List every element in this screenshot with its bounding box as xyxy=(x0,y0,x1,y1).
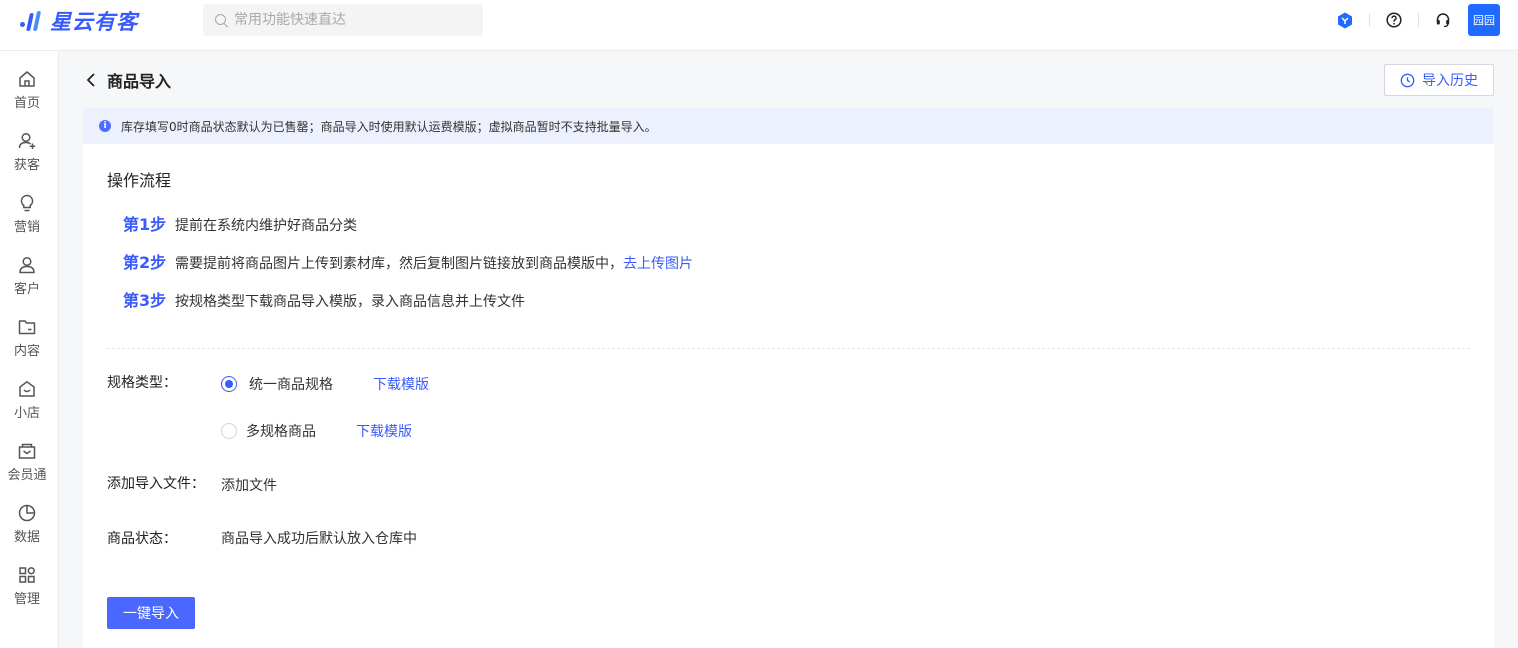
back-arrow-icon[interactable] xyxy=(83,72,99,88)
step-text: 按规格类型下载商品导入模版，录入商品信息并上传文件 xyxy=(175,294,525,310)
process-step: 第3步 按规格类型下载商品导入模版，录入商品信息并上传文件 xyxy=(123,287,525,311)
top-bar: 星云有客 园园 xyxy=(0,0,1518,51)
sidebar-item-customer[interactable]: 客户 xyxy=(0,255,54,305)
sidebar-item-acquire[interactable]: 获客 xyxy=(0,131,54,181)
step-text: 提前在系统内维护好商品分类 xyxy=(175,218,357,234)
radio-unified[interactable] xyxy=(221,376,237,392)
radio-multi[interactable] xyxy=(221,423,237,439)
process-step: 第1步 提前在系统内维护好商品分类 xyxy=(123,211,357,235)
sidebar-item-label: 首页 xyxy=(13,96,40,111)
search-icon xyxy=(215,13,228,27)
sidebar-item-content[interactable]: 内容 xyxy=(0,317,54,367)
avatar[interactable]: 园园 xyxy=(1468,4,1500,36)
user-icon xyxy=(19,256,35,274)
add-file-link[interactable]: 添加文件 xyxy=(221,475,277,495)
main-content: 商品导入 导入历史 i 库存填写0时商品状态默认为已售罄；商品导入时使用默认运费… xyxy=(59,51,1518,648)
sidebar-item-label: 内容 xyxy=(13,344,40,359)
pie-chart-icon xyxy=(18,504,36,522)
process-step: 第2步 需要提前将商品图片上传到素材库，然后复制图片链接放到商品模版中， 去上传… xyxy=(123,249,693,273)
logo[interactable]: 星云有客 xyxy=(18,8,138,34)
shield-badge-icon[interactable] xyxy=(1336,11,1354,29)
radio-label[interactable]: 统一商品规格 xyxy=(249,374,333,394)
top-bar-actions: 园园 xyxy=(1336,4,1500,36)
headset-icon[interactable] xyxy=(1434,11,1452,29)
divider xyxy=(1369,13,1370,27)
folder-icon xyxy=(18,320,36,335)
import-card: i 库存填写0时商品状态默认为已售罄；商品导入时使用默认运费模版；虚拟商品暂时不… xyxy=(83,108,1494,648)
notice-banner: i 库存填写0时商品状态默认为已售罄；商品导入时使用默认运费模版；虚拟商品暂时不… xyxy=(83,108,1494,144)
divider xyxy=(1418,13,1419,27)
sidebar-item-data[interactable]: 数据 xyxy=(0,503,54,553)
import-history-label: 导入历史 xyxy=(1422,73,1478,89)
product-status-label: 商品状态： xyxy=(107,531,177,547)
grid-icon xyxy=(19,567,35,583)
upload-image-link[interactable]: 去上传图片 xyxy=(623,253,693,273)
sidebar: 首页 获客 营销 客户 内容 小店 会员通 数据 管理 xyxy=(0,51,59,648)
sidebar-item-marketing[interactable]: 营销 xyxy=(0,193,54,243)
clock-icon xyxy=(1400,73,1415,87)
radio-label[interactable]: 多规格商品 xyxy=(246,421,316,441)
sidebar-item-label: 获客 xyxy=(13,158,40,173)
sidebar-item-label: 客户 xyxy=(13,282,40,297)
sidebar-item-manage[interactable]: 管理 xyxy=(0,565,54,615)
sidebar-item-label: 会员通 xyxy=(7,468,47,483)
download-template-link-unified[interactable]: 下载模版 xyxy=(373,374,429,394)
logo-text: 星云有客 xyxy=(50,10,138,34)
product-status-value: 商品导入成功后默认放入仓库中 xyxy=(221,531,417,547)
help-icon[interactable] xyxy=(1385,11,1403,29)
process-title: 操作流程 xyxy=(107,171,172,190)
add-file-label: 添加导入文件： xyxy=(107,476,205,492)
step-number: 第2步 xyxy=(123,253,167,272)
one-click-import-button[interactable]: 一键导入 xyxy=(107,597,195,629)
shop-icon xyxy=(19,381,35,397)
step-number: 第1步 xyxy=(123,215,167,234)
step-number: 第3步 xyxy=(123,291,167,310)
dashed-divider xyxy=(107,348,1470,349)
page-header: 商品导入 xyxy=(83,63,171,97)
sidebar-item-shop[interactable]: 小店 xyxy=(0,379,54,429)
import-history-button[interactable]: 导入历史 xyxy=(1384,64,1494,96)
page-title: 商品导入 xyxy=(107,72,172,91)
spec-option-unified: 统一商品规格 下载模版 xyxy=(221,374,429,394)
member-icon xyxy=(18,443,36,459)
search-box[interactable] xyxy=(203,4,483,36)
logo-mark-icon xyxy=(18,9,44,33)
spec-option-multi: 多规格商品 下载模版 xyxy=(221,421,412,441)
download-template-link-multi[interactable]: 下载模版 xyxy=(356,421,412,441)
step-text: 需要提前将商品图片上传到素材库，然后复制图片链接放到商品模版中， xyxy=(175,256,623,272)
info-icon: i xyxy=(99,120,111,132)
search-input[interactable] xyxy=(234,12,474,28)
bulb-icon xyxy=(20,194,34,212)
user-add-icon xyxy=(18,132,36,149)
sidebar-item-member[interactable]: 会员通 xyxy=(0,441,54,491)
sidebar-item-label: 数据 xyxy=(13,530,40,545)
spec-type-label: 规格类型： xyxy=(107,375,177,391)
sidebar-item-label: 管理 xyxy=(13,592,40,607)
sidebar-item-home[interactable]: 首页 xyxy=(0,69,54,119)
home-icon xyxy=(19,71,35,87)
notice-text: 库存填写0时商品状态默认为已售罄；商品导入时使用默认运费模版；虚拟商品暂时不支持… xyxy=(121,119,657,134)
sidebar-item-label: 小店 xyxy=(13,406,40,421)
sidebar-item-label: 营销 xyxy=(13,220,40,235)
